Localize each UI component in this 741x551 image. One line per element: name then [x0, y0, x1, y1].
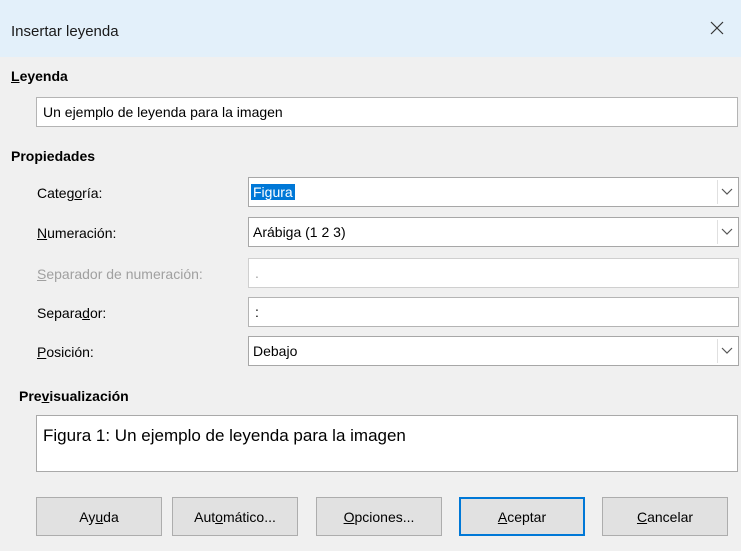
- title-bar: Insertar leyenda: [0, 0, 741, 57]
- numbering-value: Arábiga (1 2 3): [253, 224, 346, 240]
- position-combobox[interactable]: Debajo: [248, 336, 739, 366]
- category-dropdown-button[interactable]: [717, 180, 736, 204]
- properties-section-label: Propiedades: [11, 148, 96, 164]
- ok-button[interactable]: Aceptar: [459, 497, 585, 536]
- numbering-dropdown-button[interactable]: [717, 220, 736, 244]
- chevron-down-icon: [721, 188, 733, 195]
- close-icon: [710, 21, 724, 35]
- cancel-button[interactable]: Cancelar: [602, 497, 728, 536]
- separator-input[interactable]: :: [248, 297, 739, 327]
- category-value: Figura: [251, 184, 295, 200]
- category-label: Categoría:: [37, 185, 103, 201]
- numbering-separator-input: .: [248, 258, 739, 288]
- numbering-combobox[interactable]: Arábiga (1 2 3): [248, 217, 739, 247]
- preview-section-label: Previsualización: [19, 388, 129, 404]
- numbering-separator-label: Separador de numeración:: [37, 266, 203, 282]
- position-dropdown-button[interactable]: [717, 339, 736, 363]
- options-button[interactable]: Opciones...: [316, 497, 442, 536]
- chevron-down-icon: [721, 347, 733, 354]
- chevron-down-icon: [721, 228, 733, 235]
- category-combobox[interactable]: Figura: [248, 177, 739, 207]
- dialog-title: Insertar leyenda: [11, 23, 119, 40]
- position-value: Debajo: [253, 343, 298, 359]
- help-button[interactable]: Ay u da: [36, 497, 162, 536]
- close-button[interactable]: [693, 8, 741, 48]
- preview-text: Figura 1: Un ejemplo de leyenda para la …: [43, 426, 406, 445]
- preview-box: Figura 1: Un ejemplo de leyenda para la …: [36, 415, 738, 472]
- separator-label: Separador:: [37, 305, 107, 321]
- automatic-button[interactable]: Aut o mático...: [172, 497, 298, 536]
- numbering-label: Numeración:: [37, 225, 117, 241]
- caption-section-label: Leyenda: [11, 68, 68, 84]
- caption-input[interactable]: Un ejemplo de leyenda para la imagen: [36, 97, 738, 127]
- position-label: Posición:: [37, 344, 94, 360]
